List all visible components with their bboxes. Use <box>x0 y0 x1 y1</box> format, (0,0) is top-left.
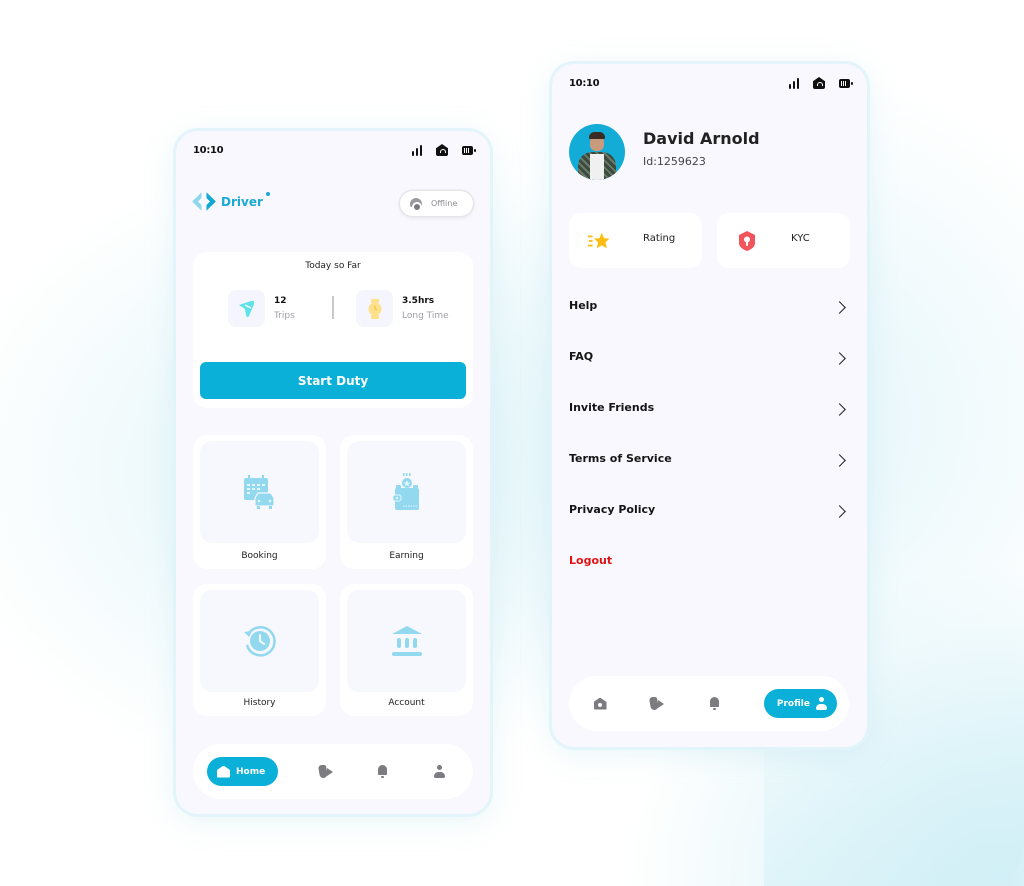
tile-earning[interactable]: Earning <box>340 435 473 569</box>
offline-cloud-icon <box>409 197 423 212</box>
menu-item-label: Help <box>569 299 598 312</box>
chevron-right-icon <box>833 352 846 365</box>
long-time-label: Long Time <box>402 311 449 321</box>
today-summary-card: Today so Far 12 Trips 3.5hrs Long Time S… <box>193 252 473 408</box>
menu-item-help[interactable]: Help <box>569 293 850 344</box>
nav-notifications[interactable] <box>707 696 723 712</box>
tile-history[interactable]: History <box>193 584 326 716</box>
bell-icon <box>377 765 388 778</box>
route-icon <box>228 290 265 327</box>
wifi-icon <box>813 77 825 89</box>
menu-item-label: Invite Friends <box>569 401 655 414</box>
bell-icon <box>709 697 720 710</box>
status-time: 10:10 <box>569 77 600 89</box>
watch-icon <box>356 290 393 327</box>
menu-item-label: Terms of Service <box>569 452 672 465</box>
shield-lock-icon <box>736 230 758 252</box>
tile-booking[interactable]: Booking <box>193 435 326 569</box>
menu-item-faq[interactable]: FAQ <box>569 344 850 395</box>
signal-icon <box>788 77 799 89</box>
profile-id: Id:1259623 <box>643 155 706 168</box>
route-icon <box>650 697 665 710</box>
chevron-right-icon <box>833 505 846 518</box>
driver-logo-icon <box>192 191 216 213</box>
bank-icon <box>391 626 422 656</box>
route-icon <box>319 765 334 778</box>
wallet-icon <box>392 473 419 510</box>
nav-home[interactable]: Home <box>207 757 279 786</box>
person-icon <box>433 764 445 779</box>
brand-name: Driver <box>221 195 263 209</box>
home-icon <box>217 765 230 778</box>
avatar[interactable] <box>569 124 625 180</box>
profile-menu: Help FAQ Invite Friends Terms of Service… <box>569 293 850 599</box>
tile-label: Earning <box>389 551 424 561</box>
kyc-button[interactable]: KYC <box>717 213 850 268</box>
online-status-label: Offline <box>431 199 458 208</box>
tile-account[interactable]: Account <box>340 584 473 716</box>
trips-label: Trips <box>274 311 295 321</box>
kyc-label: KYC <box>791 233 810 244</box>
nav-profile-label: Profile <box>776 698 810 709</box>
history-icon <box>243 626 276 657</box>
trips-stat: 12 Trips <box>228 290 295 327</box>
stat-divider <box>332 296 334 319</box>
chevron-right-icon <box>833 403 846 416</box>
chevron-right-icon <box>833 454 846 467</box>
tile-label: History <box>243 698 276 708</box>
menu-item-terms-of-service[interactable]: Terms of Service <box>569 446 850 497</box>
long-time-value: 3.5hrs <box>402 296 435 306</box>
signal-icon <box>411 144 422 156</box>
menu-item-privacy-policy[interactable]: Privacy Policy <box>569 497 850 548</box>
person-icon <box>815 696 827 711</box>
tile-label: Account <box>388 698 425 708</box>
tile-label: Booking <box>241 551 278 561</box>
long-time-stat: 3.5hrs Long Time <box>356 290 449 327</box>
menu-item-invite-friends[interactable]: Invite Friends <box>569 395 850 446</box>
start-duty-button[interactable]: Start Duty <box>200 362 466 399</box>
nav-profile[interactable]: Profile <box>763 689 837 718</box>
status-bar: 10:10 <box>193 143 476 157</box>
driver-home-screen: 10:10 Driver Offline Today so Far 12 Tri… <box>176 131 490 814</box>
nav-trips[interactable] <box>649 696 665 712</box>
bottom-nav: Home <box>193 744 473 799</box>
star-icon <box>588 230 610 252</box>
nav-home[interactable] <box>592 696 608 712</box>
rating-label: Rating <box>643 233 676 244</box>
nav-trips[interactable] <box>318 764 334 780</box>
rating-button[interactable]: Rating <box>569 213 702 268</box>
home-icon <box>593 697 607 710</box>
status-time: 10:10 <box>193 144 224 156</box>
today-title: Today so Far <box>305 261 361 271</box>
online-status-toggle[interactable]: Offline <box>400 191 473 216</box>
menu-item-label: FAQ <box>569 350 594 363</box>
brand-logo: Driver <box>192 191 270 213</box>
wifi-icon <box>436 144 448 156</box>
nav-profile[interactable] <box>431 764 447 780</box>
menu-item-label: Privacy Policy <box>569 503 656 516</box>
trips-count: 12 <box>274 296 287 306</box>
profile-screen: 10:10 David Arnold Id:1259623 Rating KYC… <box>552 64 867 747</box>
bottom-nav: Profile <box>569 676 849 731</box>
battery-icon <box>462 145 476 155</box>
nav-home-label: Home <box>236 766 266 777</box>
chevron-right-icon <box>833 301 846 314</box>
calendar-car-icon <box>243 475 275 509</box>
logout-button[interactable]: Logout <box>569 548 850 599</box>
logout-label: Logout <box>569 554 613 567</box>
status-bar: 10:10 <box>569 76 853 90</box>
nav-notifications[interactable] <box>375 764 391 780</box>
battery-icon <box>839 78 853 88</box>
profile-name: David Arnold <box>643 129 760 148</box>
